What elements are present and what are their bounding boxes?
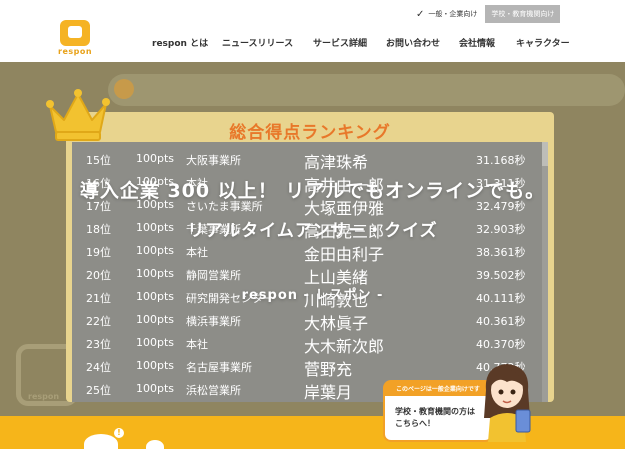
exclamation-icon: ! [114,428,124,438]
nav-item-news[interactable]: ニュースリリース [222,36,293,49]
points-cell: 100pts [136,313,175,326]
ranking-row: 23位 100pts 本社 大木新次郎 40.370秒 [72,332,548,356]
office-cell: 名古屋事業所 [186,361,252,374]
background-chat-bar [108,74,625,106]
hero-product-name: respon - レスポン - [241,288,384,303]
participant-name: 金田由利子 [304,245,385,264]
rank-cell: 20位 [86,269,111,282]
time-cell: 40.370秒 [476,338,526,351]
audience-switch: ✓ 一般・企業向け 学校・教育機関向け [416,5,561,23]
rank-cell: 25位 [86,384,111,397]
office-cell: 静岡営業所 [186,269,241,282]
participant-name: 高津珠希 [304,153,369,172]
rank-cell: 22位 [86,315,111,328]
ranking-title: 総合得点ランキング [229,123,391,143]
background-logo-text: respon [28,392,60,401]
office-cell: 横浜事業所 [186,315,241,328]
ranking-row: 22位 100pts 横浜事業所 大林眞子 40.361秒 [72,309,548,333]
rank-cell: 24位 [86,361,111,374]
check-icon: ✓ [416,8,425,20]
bottom-decoration-small [146,440,164,449]
nav-item-about[interactable]: respon とは [152,36,208,49]
audience-general-label: 一般・企業向け [428,10,478,18]
rank-cell: 15位 [86,154,111,167]
time-cell: 40.361秒 [476,315,526,328]
hero-subheadline: リアルタイムアンサー・クイズ [187,221,438,241]
ranking-scroll-thumb[interactable] [542,142,548,166]
time-cell: 38.361秒 [476,246,526,259]
crown-icon [46,89,110,141]
audience-education-link[interactable]: 学校・教育機関向け [485,5,561,23]
rank-cell: 19位 [86,246,111,259]
office-cell: 本社 [186,246,208,259]
participant-name: 菅野充 [304,360,353,379]
nav-item-company[interactable]: 会社情報 [459,36,495,49]
office-cell: 浜松営業所 [186,384,241,397]
ranking-row: 19位 100pts 本社 金田由利子 38.361秒 [72,240,548,264]
bottom-decoration [84,434,118,449]
time-cell: 31.168秒 [476,154,526,167]
nav-item-contact[interactable]: お問い合わせ [386,36,440,49]
points-cell: 100pts [136,244,175,257]
participant-name: 大林眞子 [304,314,369,333]
points-cell: 100pts [136,336,175,349]
participant-name: 大木新次郎 [304,337,385,356]
points-cell: 100pts [136,359,175,372]
participant-name: 岸葉月 [304,383,353,402]
background-avatar [114,79,134,99]
ranking-row: 15位 100pts 大阪事業所 高津珠希 31.168秒 [72,148,548,172]
rank-cell: 23位 [86,338,111,351]
audience-general-link[interactable]: ✓ 一般・企業向け [416,9,485,20]
points-cell: 100pts [136,152,175,165]
office-cell: 本社 [186,338,208,351]
office-cell: 大阪事業所 [186,154,241,167]
nav-item-character[interactable]: キャラクター [516,36,570,49]
hero-headline: 導入企業 300 以上！ リアルでもオンラインでも。 [79,180,546,202]
time-cell: 39.502秒 [476,269,526,282]
ranking-row: 20位 100pts 静岡営業所 上山美緒 39.502秒 [72,263,548,287]
nav-item-service[interactable]: サービス詳細 [313,36,367,49]
ranking-panel: 総合得点ランキング 15位 100pts 大阪事業所 高津珠希 31.168秒 16位 10… [66,112,554,402]
points-cell: 100pts [136,382,175,395]
points-cell: 100pts [136,267,175,280]
mascot-character [484,364,531,442]
main-nav: respon とは ニュースリリース サービス詳細 お問い合わせ 会社情報 キャ… [0,36,625,52]
site-header: respon ✓ 一般・企業向け 学校・教育機関向け respon とは ニュー… [0,0,625,62]
